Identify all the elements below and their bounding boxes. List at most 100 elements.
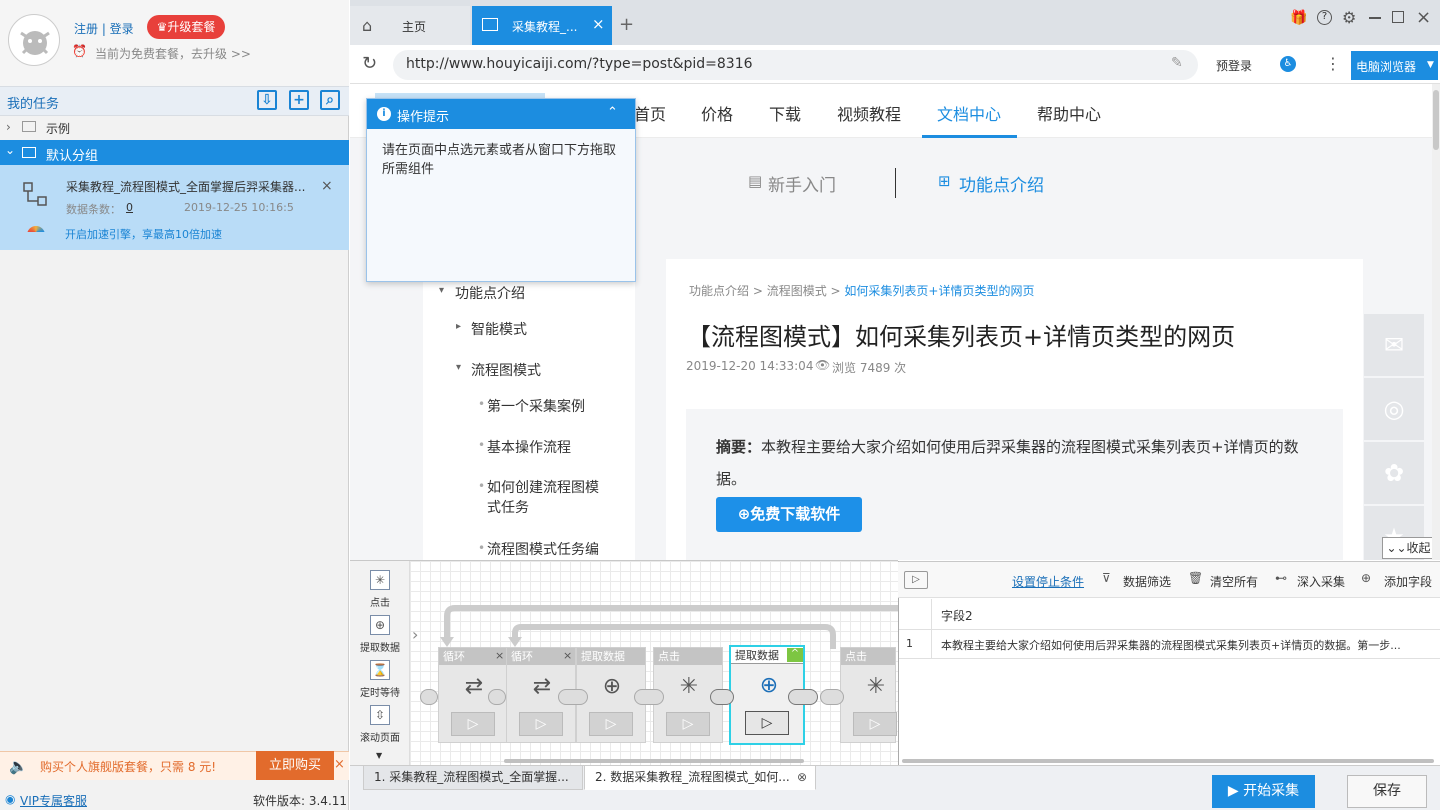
- download-button[interactable]: ⊕免费下载软件: [716, 497, 862, 532]
- prelogin-button[interactable]: 预登录: [1216, 57, 1252, 74]
- clear-all-button[interactable]: 清空所有: [1210, 573, 1258, 590]
- deep-collect-button[interactable]: 深入采集: [1297, 573, 1345, 590]
- add-field-button[interactable]: 添加字段: [1384, 573, 1432, 590]
- close-icon[interactable]: ×: [495, 649, 504, 662]
- wechat-icon[interactable]: ✉: [1364, 314, 1424, 376]
- data-row[interactable]: 1 本教程主要给大家介绍如何使用后羿采集器的流程图模式采集列表页+详情页的数据。…: [899, 630, 1440, 659]
- more-icon[interactable]: ⋮: [1325, 54, 1341, 73]
- gear-icon[interactable]: ⚙: [1342, 8, 1356, 27]
- palette-scroll[interactable]: ⇳ 滚动页面: [354, 705, 406, 749]
- column-header[interactable]: 字段2: [941, 607, 973, 624]
- register-login-link[interactable]: 注册 | 登录: [74, 20, 144, 37]
- avatar[interactable]: [8, 14, 60, 66]
- weibo-icon[interactable]: ◎: [1364, 378, 1424, 440]
- summary-body: 本教程主要给大家介绍如何使用后羿采集器的流程图模式采集列表页+详情页的数据。: [716, 438, 1299, 488]
- collapse-node-icon[interactable]: ^: [787, 648, 803, 662]
- accel-link[interactable]: 开启加速引擎，享最高10倍加速: [65, 226, 222, 242]
- breadcrumb-current[interactable]: 如何采集列表页+详情页类型的网页: [844, 284, 1034, 298]
- close-tab-icon[interactable]: ⊗: [797, 766, 807, 789]
- play-icon[interactable]: ▷: [904, 571, 928, 589]
- collapse-button[interactable]: ⌄⌄收起: [1382, 537, 1435, 559]
- play-icon[interactable]: ▷: [589, 712, 633, 736]
- refresh-icon[interactable]: ↻: [362, 53, 377, 74]
- close-promo-icon[interactable]: ×: [334, 757, 345, 772]
- play-icon[interactable]: ▷: [745, 711, 789, 735]
- maximize-icon[interactable]: [1392, 11, 1404, 23]
- menu-item[interactable]: 智能模式: [471, 319, 527, 339]
- menu-item[interactable]: 流程图模式任务编: [487, 539, 605, 559]
- save-button[interactable]: 保存: [1347, 775, 1427, 808]
- play-icon[interactable]: ▷: [666, 712, 710, 736]
- loop-icon: ⇄: [532, 674, 552, 699]
- nav-docs[interactable]: 文档中心: [937, 101, 1001, 125]
- count-value[interactable]: 0: [126, 201, 133, 214]
- link-icon[interactable]: ⊷: [1275, 571, 1287, 585]
- group-default[interactable]: ⌄ 默认分组: [0, 140, 349, 165]
- flow-node[interactable]: 点击 ✳ ▷: [840, 647, 897, 743]
- menu-item[interactable]: 流程图模式: [471, 360, 541, 380]
- filter-icon[interactable]: ⊽: [1102, 571, 1111, 585]
- breadcrumb-item[interactable]: 流程图模式: [767, 284, 827, 298]
- palette-extract[interactable]: ⊕ 提取数据: [354, 615, 406, 659]
- close-window-icon[interactable]: ×: [1416, 7, 1431, 28]
- gift-icon[interactable]: 🎁: [1290, 10, 1307, 26]
- data-scrollbar[interactable]: [902, 759, 1434, 763]
- play-icon[interactable]: ▷: [519, 712, 563, 736]
- task-item[interactable]: 采集教程_流程图模式_全面掌握后羿采集器... × 数据条数： 0 2019-1…: [0, 165, 349, 250]
- nav-download[interactable]: 下载: [769, 101, 801, 125]
- subnav-divider: [895, 168, 896, 198]
- import-task-icon[interactable]: ⇩: [257, 90, 277, 110]
- scroll-left-icon[interactable]: ›: [412, 625, 418, 644]
- browser-select[interactable]: 电脑浏览器 ▼: [1351, 51, 1438, 80]
- subnav-beginner[interactable]: 新手入门: [768, 171, 836, 196]
- scrollbar-thumb[interactable]: [1433, 90, 1439, 150]
- nav-help[interactable]: 帮助中心: [1037, 101, 1101, 125]
- search-task-icon[interactable]: ⌕: [320, 90, 340, 110]
- trash-icon[interactable]: 🗑: [1188, 571, 1203, 585]
- collapse-up-icon[interactable]: ⌃: [607, 105, 618, 120]
- task-tab-2[interactable]: 2. 数据采集教程_流程图模式_如何... ⊗: [584, 765, 816, 790]
- menu-item[interactable]: 功能点介绍: [455, 283, 525, 303]
- buy-now-button[interactable]: 立即购买: [256, 751, 334, 780]
- help-icon[interactable]: ?: [1317, 10, 1332, 25]
- add-icon[interactable]: ⊕: [1361, 571, 1371, 585]
- page-scrollbar[interactable]: [1432, 84, 1440, 560]
- breadcrumb-item[interactable]: 功能点介绍: [689, 284, 749, 298]
- play-icon[interactable]: ▷: [451, 712, 495, 736]
- plan-notice[interactable]: 当前为免费套餐，去升级 >>: [95, 45, 295, 62]
- menu-item[interactable]: 如何创建流程图模式任务: [487, 478, 607, 518]
- baidu-icon[interactable]: ✿: [1364, 442, 1424, 504]
- nav-home[interactable]: 首页: [634, 101, 666, 125]
- close-icon[interactable]: ×: [563, 649, 572, 662]
- play-icon[interactable]: ▷: [853, 712, 897, 736]
- row-value[interactable]: 本教程主要给大家介绍如何使用后羿采集器的流程图模式采集列表页+详情页的数据。第一…: [941, 637, 1439, 653]
- close-tab-icon[interactable]: ×: [592, 15, 605, 33]
- palette-more-icon[interactable]: ▼: [376, 751, 382, 760]
- canvas-scrollbar[interactable]: [504, 759, 804, 763]
- filter-button[interactable]: 数据筛选: [1123, 573, 1171, 590]
- nav-video[interactable]: 视频教程: [837, 101, 901, 125]
- accessibility-icon[interactable]: ♿: [1280, 56, 1296, 72]
- subnav-features[interactable]: 功能点介绍: [959, 171, 1044, 196]
- task-tab-1[interactable]: 1. 采集教程_流程图模式_全面掌握...: [363, 765, 583, 790]
- stop-condition-link[interactable]: 设置停止条件: [1012, 573, 1084, 590]
- minimize-icon[interactable]: [1369, 17, 1381, 19]
- start-collect-button[interactable]: ▶ 开始采集: [1212, 775, 1315, 808]
- vip-support-link[interactable]: VIP专属客服: [20, 792, 87, 809]
- tab-home[interactable]: ⌂ 主页: [350, 6, 470, 45]
- nav-price[interactable]: 价格: [701, 101, 733, 125]
- menu-item[interactable]: 第一个采集案例: [487, 396, 585, 416]
- close-icon[interactable]: ×: [321, 178, 333, 194]
- new-task-icon[interactable]: +: [289, 90, 309, 110]
- new-tab-icon[interactable]: +: [619, 14, 634, 35]
- palette-wait[interactable]: ⌛ 定时等待: [354, 660, 406, 704]
- menu-item[interactable]: 基本操作流程: [487, 437, 571, 457]
- tab-active[interactable]: 采集教程_... ×: [472, 6, 612, 45]
- extract-icon: ⊕: [602, 674, 622, 699]
- palette-click[interactable]: ✳ 点击: [359, 570, 401, 614]
- url-field[interactable]: http://www.houyicaiji.com/?type=post&pid…: [393, 50, 1198, 80]
- scroll-icon: ⇳: [370, 705, 390, 725]
- group-example[interactable]: › 示例: [0, 116, 349, 140]
- upgrade-badge[interactable]: ♛升级套餐: [147, 15, 225, 39]
- pencil-icon[interactable]: ✎: [1171, 55, 1183, 71]
